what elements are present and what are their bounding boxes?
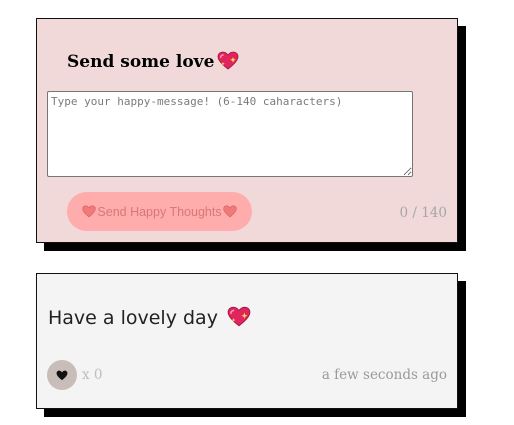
like-count: x 0 [82,367,103,383]
char-count: 0 [399,205,409,221]
char-max: 140 [421,205,447,221]
compose-title: Send some love [67,51,239,72]
black-heart-icon [56,370,68,381]
heart-icon [82,205,97,218]
like-count-value: 0 [93,367,103,383]
compose-card: Send some love Send Happy Thoughts 0 / 1… [36,18,458,243]
char-separator: / [408,205,422,221]
post-message-text: Have a lovely day [48,307,218,329]
sparkling-heart-icon [227,306,251,327]
like-count-prefix: x [82,367,94,383]
heart-icon [222,205,237,218]
send-button-label: Send Happy Thoughts [97,204,222,219]
message-input[interactable] [47,91,413,177]
send-happy-thoughts-button[interactable]: Send Happy Thoughts [67,192,252,231]
compose-title-text: Send some love [67,52,215,72]
happy-thought-card: Have a lovely day x 0 a few seconds ago [36,273,458,409]
sparkling-heart-icon [217,51,239,70]
post-message: Have a lovely day [48,306,251,329]
post-timestamp: a few seconds ago [321,367,447,383]
like-button[interactable] [47,360,77,390]
character-counter: 0 / 140 [399,205,447,221]
